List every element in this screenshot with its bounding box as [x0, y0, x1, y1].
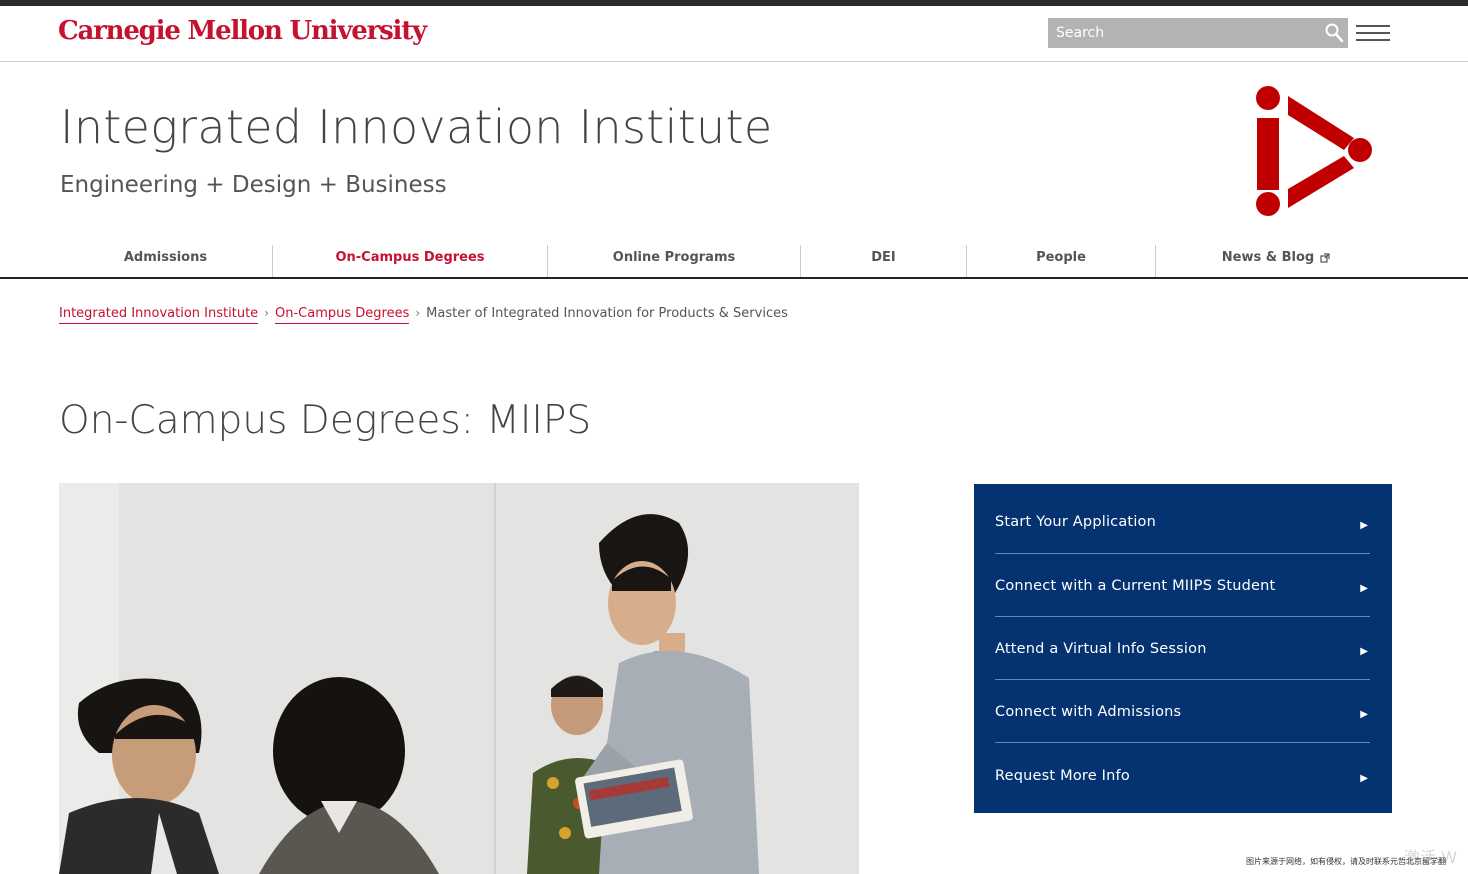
nav-news-blog-label: News & Blog — [1221, 250, 1315, 265]
nav-dei-label: DEI — [871, 250, 896, 265]
cta-label: Request More Info — [995, 768, 1130, 784]
site-tagline: Engineering + Design + Business — [60, 172, 447, 198]
breadcrumb-separator: › — [415, 306, 421, 320]
nav-people[interactable]: People — [967, 242, 1155, 277]
global-header: Carnegie Mellon University — [0, 6, 1468, 62]
cta-start-application[interactable]: Start Your Application ▶ — [995, 484, 1370, 554]
breadcrumb-separator: › — [264, 306, 269, 320]
nav-admissions[interactable]: Admissions — [59, 242, 272, 277]
arrow-right-icon: ▶ — [1360, 773, 1368, 784]
search-icon[interactable] — [1322, 21, 1346, 45]
breadcrumb: Integrated Innovation Institute › On-Campu… — [59, 306, 788, 324]
main-navigation: Admissions On-Campus Degrees Online Prog… — [0, 242, 1468, 279]
nav-admissions-label: Admissions — [123, 250, 208, 265]
nav-dei[interactable]: DEI — [801, 242, 966, 277]
nav-on-campus-degrees[interactable]: On-Campus Degrees — [273, 242, 547, 277]
arrow-right-icon: ▶ — [1360, 583, 1368, 594]
nav-online-programs-label: Online Programs — [612, 250, 736, 265]
breadcrumb-link-institute[interactable]: Integrated Innovation Institute — [59, 306, 259, 324]
nav-online-programs[interactable]: Online Programs — [548, 242, 800, 277]
nav-news-blog[interactable]: News & Blog — [1156, 242, 1396, 277]
cmu-wordmark[interactable]: Carnegie Mellon University — [58, 16, 427, 46]
institute-logo-icon[interactable] — [1252, 84, 1376, 218]
cta-label: Connect with a Current MIIPS Student — [995, 578, 1276, 594]
cta-connect-student[interactable]: Connect with a Current MIIPS Student ▶ — [995, 554, 1370, 617]
page-title: On-Campus Degrees: MIIPS — [59, 398, 592, 443]
breadcrumb-link-on-campus-degrees[interactable]: On-Campus Degrees — [274, 306, 410, 324]
cta-label: Attend a Virtual Info Session — [995, 641, 1207, 657]
nav-on-campus-degrees-label: On-Campus Degrees — [335, 250, 485, 265]
image-source-notice: 图片来源于网络，如有侵权，请及时联系元哲北京留学翻 — [1246, 857, 1446, 866]
external-link-icon — [1320, 252, 1330, 263]
cta-connect-admissions[interactable]: Connect with Admissions ▶ — [995, 680, 1370, 743]
cta-label: Connect with Admissions — [995, 704, 1182, 720]
arrow-right-icon: ▶ — [1360, 709, 1368, 720]
arrow-right-icon: ▶ — [1360, 520, 1368, 531]
cta-request-info[interactable]: Request More Info ▶ — [995, 743, 1370, 806]
cta-panel: Start Your Application ▶ Connect with a … — [974, 484, 1392, 813]
hamburger-menu-icon[interactable] — [1356, 25, 1390, 43]
cta-label: Start Your Application — [995, 514, 1157, 530]
arrow-right-icon: ▶ — [1360, 646, 1368, 657]
cta-virtual-info-session[interactable]: Attend a Virtual Info Session ▶ — [995, 617, 1370, 680]
site-title[interactable]: Integrated Innovation Institute — [60, 100, 772, 154]
search-box — [1048, 18, 1348, 48]
hero-photo — [59, 483, 859, 874]
search-input[interactable] — [1048, 18, 1318, 48]
breadcrumb-current: Master of Integrated Innovation for Prod… — [426, 306, 788, 321]
nav-people-label: People — [1036, 250, 1086, 265]
